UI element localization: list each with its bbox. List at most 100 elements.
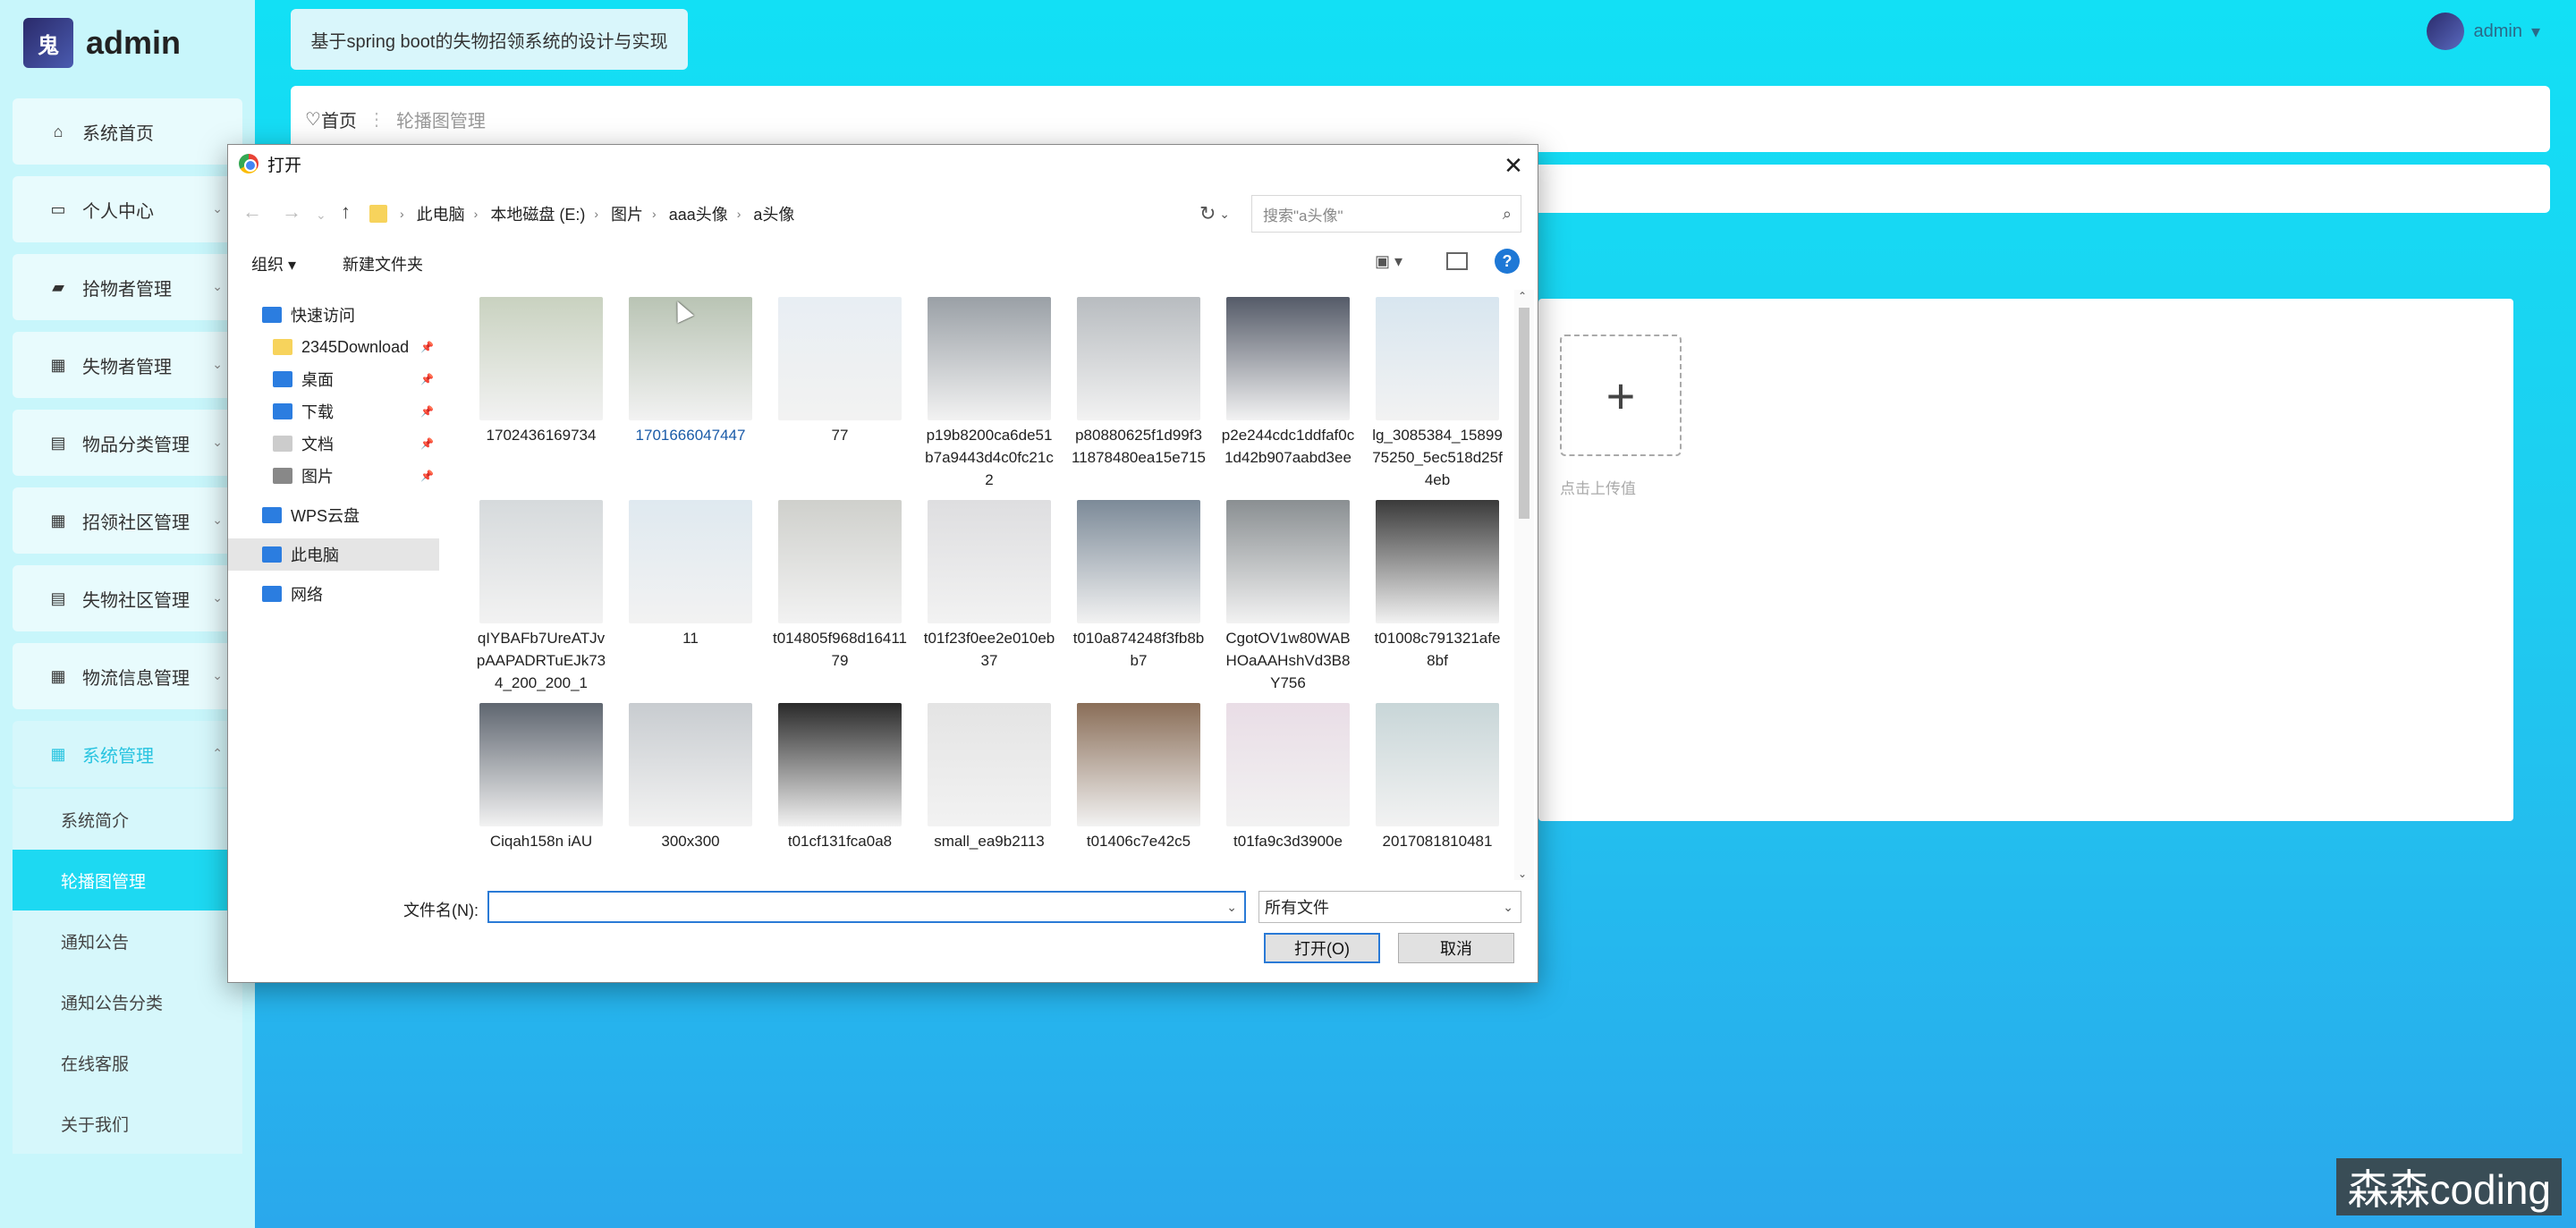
file-item[interactable]: qIYBAFb7UreATJvpAAPADRTuEJk734_200_200_1 <box>470 500 613 694</box>
file-thumbnail <box>1376 297 1499 420</box>
sidebar-item-profile[interactable]: ▭ 个人中心 ⌄ <box>13 176 242 242</box>
scrollbar[interactable]: ⌃ ⌄ <box>1514 290 1534 880</box>
file-item[interactable]: 77 <box>768 297 911 491</box>
file-item[interactable]: p80880625f1d99f311878480ea15e715 <box>1067 297 1210 491</box>
file-item[interactable]: 2017081810481 <box>1366 703 1509 852</box>
close-icon[interactable]: ✕ <box>1500 152 1527 180</box>
nav-item[interactable]: WPS云盘 <box>228 499 439 531</box>
file-item[interactable]: t01008c791321afe8bf <box>1366 500 1509 694</box>
nav-item[interactable]: 此电脑 <box>228 538 439 571</box>
sidebar-subitem-support[interactable]: 在线客服 <box>13 1032 242 1093</box>
sidebar-subitem-notice[interactable]: 通知公告 <box>13 910 242 971</box>
sidebar-item-home[interactable]: ⌂ 系统首页 <box>13 98 242 165</box>
file-name: t01406c7e42c5 <box>1086 833 1191 850</box>
forward-icon[interactable]: → <box>282 200 301 224</box>
scroll-down-icon[interactable]: ⌄ <box>1518 868 1527 880</box>
chevron-down-icon[interactable]: ⌄ <box>1219 207 1230 222</box>
sidebar-item-category[interactable]: ▤ 物品分类管理 ⌄ <box>13 410 242 476</box>
filename-input[interactable]: ⌄ <box>487 891 1246 923</box>
sidebar-subitem-carousel[interactable]: 轮播图管理 <box>13 850 242 910</box>
refresh-icon[interactable]: ↻ <box>1199 202 1216 225</box>
breadcrumb-home[interactable]: 首页 <box>321 106 357 132</box>
nav-item[interactable]: 图片 📌 <box>228 460 439 492</box>
sidebar-subitem-intro[interactable]: 系统简介 <box>13 789 242 850</box>
sidebar-item-label: 招领社区管理 <box>82 512 190 533</box>
upload-button[interactable]: + <box>1560 335 1682 456</box>
nav-item[interactable]: 网络 <box>228 578 439 610</box>
photo-thumbnail-image <box>1226 297 1350 420</box>
photo-thumbnail-image <box>1226 703 1350 826</box>
address-segment[interactable]: 此电脑 <box>417 202 465 225</box>
file-item[interactable]: t010a874248f3fb8bb7 <box>1067 500 1210 694</box>
nav-item[interactable]: 快速访问 <box>228 299 439 331</box>
open-button[interactable]: 打开(O) <box>1264 933 1380 963</box>
address-segment[interactable]: 图片 <box>611 202 643 225</box>
sidebar-subitem-about[interactable]: 关于我们 <box>13 1093 242 1154</box>
file-grid-area: 1702436169734 1701666047447 77 p19b8200ca6d… <box>470 297 1514 877</box>
nav-item[interactable]: 2345Download 📌 <box>228 331 439 363</box>
watermark: 森森coding <box>2336 1158 2562 1215</box>
network-icon <box>262 586 282 602</box>
file-name: 1702436169734 <box>486 427 597 444</box>
preview-pane-icon[interactable] <box>1446 252 1468 270</box>
file-item[interactable]: lg_3085384_1589975250_5ec518d25f4eb <box>1366 297 1509 491</box>
scrollbar-thumb[interactable] <box>1519 308 1530 519</box>
sidebar-item-loser[interactable]: ▦ 失物者管理 ⌄ <box>13 332 242 398</box>
chevron-down-icon[interactable]: ⌄ <box>1226 900 1237 915</box>
file-item[interactable]: 1701666047447 <box>619 297 762 491</box>
address-segment[interactable]: 本地磁盘 (E:) <box>490 202 585 225</box>
chevron-down-icon: ⌄ <box>212 201 223 216</box>
search-input[interactable]: 搜索"a头像" ⌕ <box>1251 195 1521 233</box>
sidebar-submenu: 系统简介 轮播图管理 通知公告 通知公告分类 在线客服 关于我们 <box>13 789 242 1154</box>
address-segment[interactable]: aaa头像 <box>669 202 728 225</box>
file-item[interactable]: t01406c7e42c5 <box>1067 703 1210 852</box>
file-name: qIYBAFb7UreATJvpAAPADRTuEJk734_200_200_1 <box>476 630 606 691</box>
filetype-select[interactable]: 所有文件 ⌄ <box>1258 891 1521 923</box>
photo-thumbnail-image <box>479 703 603 826</box>
file-item[interactable]: p19b8200ca6de51b7a9443d4c0fc21c2 <box>918 297 1061 491</box>
sidebar-item-finder[interactable]: ▰ 拾物者管理 ⌄ <box>13 254 242 320</box>
file-name: lg_3085384_1589975250_5ec518d25f4eb <box>1372 427 1503 488</box>
sidebar-item-system[interactable]: ▦ 系统管理 ⌃ <box>13 721 242 787</box>
nav-item[interactable]: 文档 📌 <box>228 428 439 460</box>
nav-item[interactable]: 下载 📌 <box>228 395 439 428</box>
file-item[interactable]: t01fa9c3d3900e <box>1216 703 1360 852</box>
cancel-button[interactable]: 取消 <box>1398 933 1514 963</box>
file-name: p80880625f1d99f311878480ea15e715 <box>1072 427 1207 466</box>
file-item[interactable]: t014805f968d1641179 <box>768 500 911 694</box>
sidebar-item-logistics[interactable]: ▦ 物流信息管理 ⌄ <box>13 643 242 709</box>
file-item[interactable]: t01cf131fca0a8 <box>768 703 911 852</box>
address-bar[interactable]: › 此电脑 › 本地磁盘 (E:) › 图片 › aaa头像 › a头像 ⌄ <box>362 195 1257 233</box>
search-placeholder: 搜索"a头像" <box>1263 207 1343 224</box>
sidebar-item-lost-community[interactable]: ▤ 失物社区管理 ⌄ <box>13 565 242 631</box>
file-item[interactable]: 300x300 <box>619 703 762 852</box>
new-folder-button[interactable]: 新建文件夹 <box>343 252 423 275</box>
back-icon[interactable]: ← <box>242 200 262 224</box>
file-thumbnail <box>1226 297 1350 420</box>
user-menu[interactable]: admin ▾ <box>2427 13 2540 50</box>
file-item[interactable]: small_ea9b2113 <box>918 703 1061 852</box>
file-item[interactable]: p2e244cdc1ddfaf0c1d42b907aabd3ee <box>1216 297 1360 491</box>
file-item[interactable]: CgotOV1w80WABHOaAAHshVd3B8Y756 <box>1216 500 1360 694</box>
brand-name: admin <box>86 24 182 61</box>
file-name: 300x300 <box>661 833 720 850</box>
up-icon[interactable]: ↑ <box>341 200 351 224</box>
help-icon[interactable]: ? <box>1495 249 1520 274</box>
sidebar-item-claim-community[interactable]: ▦ 招领社区管理 ⌄ <box>13 487 242 554</box>
file-thumbnail <box>1226 500 1350 623</box>
file-item[interactable]: 11 <box>619 500 762 694</box>
file-name: small_ea9b2113 <box>934 833 1045 850</box>
chevron-down-icon[interactable]: ⌄ <box>316 207 326 223</box>
scroll-up-icon[interactable]: ⌃ <box>1518 290 1527 302</box>
grid-icon: ▦ <box>50 355 66 374</box>
upload-tip: 点击上传值 <box>1560 480 1636 497</box>
nav-item[interactable]: 桌面 📌 <box>228 363 439 395</box>
sidebar-subitem-notice-category[interactable]: 通知公告分类 <box>13 971 242 1032</box>
file-item[interactable]: 1702436169734 <box>470 297 613 491</box>
filetype-value: 所有文件 <box>1265 899 1329 917</box>
view-options-icon[interactable]: ▣ ▾ <box>1375 252 1402 271</box>
file-item[interactable]: t01f23f0ee2e010eb37 <box>918 500 1061 694</box>
file-item[interactable]: Ciqah158n iAU <box>470 703 613 852</box>
address-segment[interactable]: a头像 <box>753 202 794 225</box>
organize-button[interactable]: 组织 ▾ <box>251 252 296 275</box>
